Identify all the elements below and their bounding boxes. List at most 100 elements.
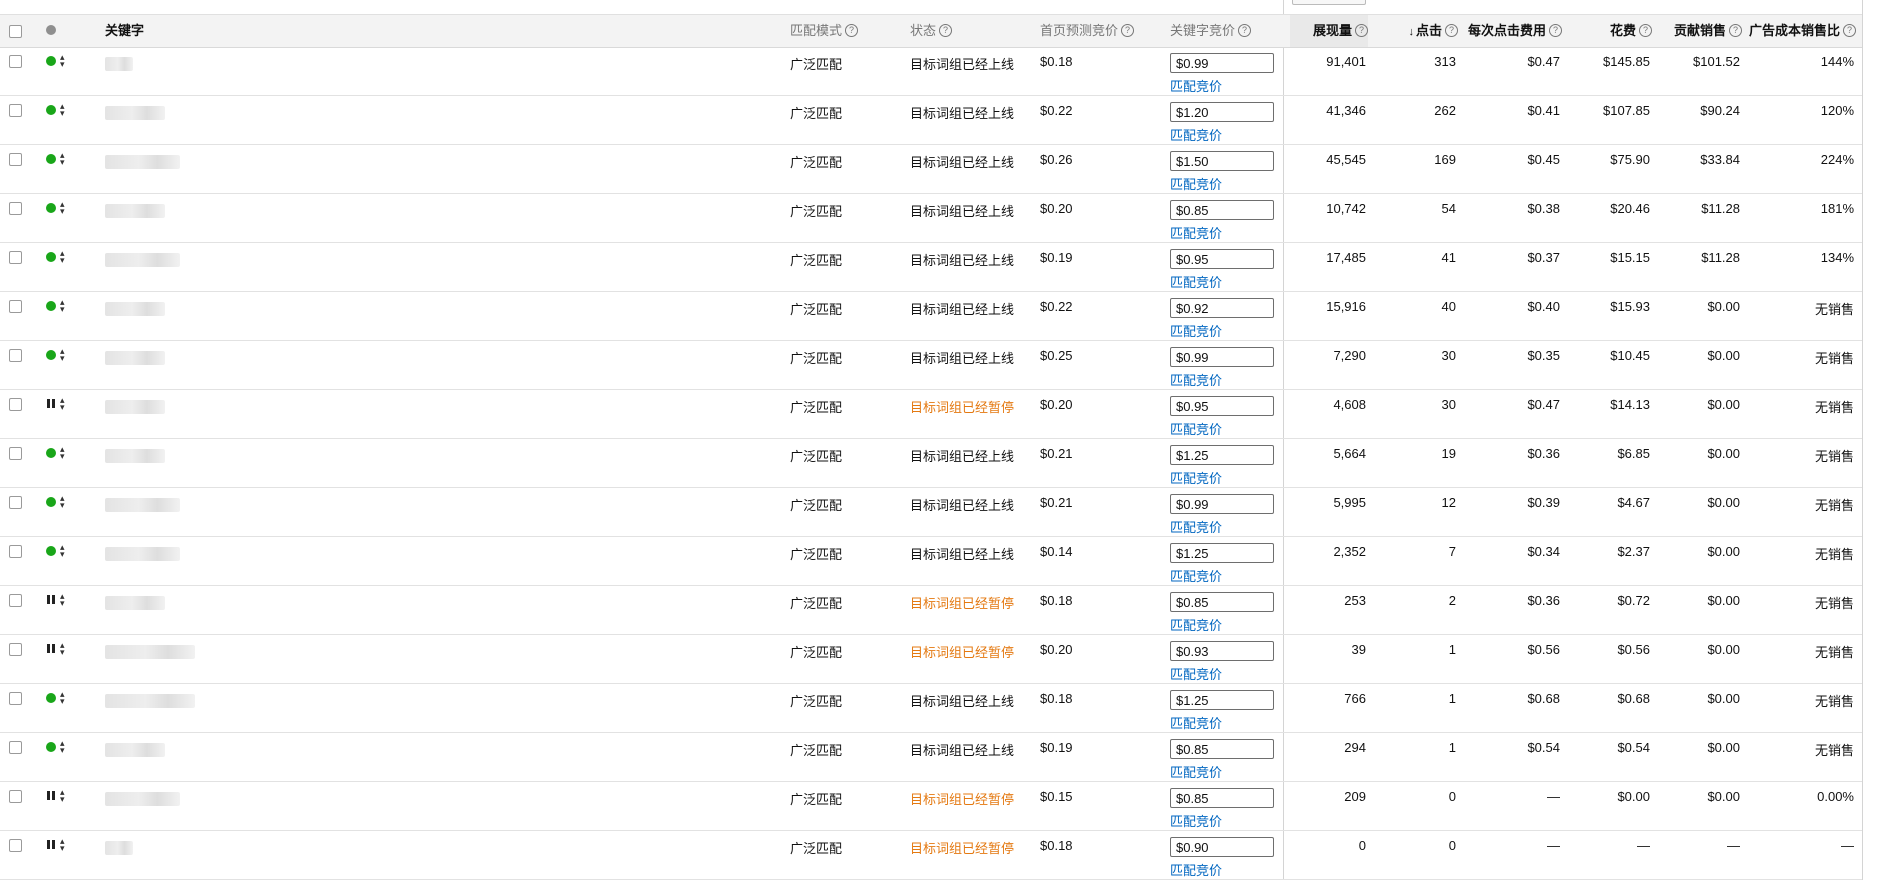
col-suggested-bid[interactable]: 首页预测竞价?: [1040, 15, 1135, 47]
status-toggle[interactable]: ▴ ▾: [46, 445, 70, 461]
col-impressions[interactable]: 展现量?: [1290, 15, 1368, 47]
row-checkbox[interactable]: [9, 104, 22, 117]
status-toggle[interactable]: ▴ ▾: [46, 543, 70, 559]
match-bid-link[interactable]: 匹配竞价: [1170, 664, 1222, 683]
cpc-value: $0.37: [1527, 250, 1560, 265]
col-sales[interactable]: 贡献销售?: [1656, 15, 1742, 47]
col-spend[interactable]: 花费?: [1566, 15, 1652, 47]
match-bid-link[interactable]: 匹配竞价: [1170, 860, 1222, 879]
keyword-bid-input[interactable]: $0.99: [1170, 53, 1274, 73]
col-acos[interactable]: 广告成本销售比?: [1746, 15, 1856, 47]
status-toggle[interactable]: ▴ ▾: [46, 641, 70, 657]
match-bid-link[interactable]: 匹配竞价: [1170, 125, 1222, 144]
table-row: ▴ ▾ 广泛匹配 目标词组已经上线 $0.14 $1.25 匹配竞价 2,352 7 $0.34 $…: [0, 537, 1862, 586]
keyword-bid-input[interactable]: $0.99: [1170, 347, 1274, 367]
status-toggle[interactable]: ▴ ▾: [46, 151, 70, 167]
table-row: ▴ ▾ 广泛匹配 目标词组已经上线 $0.18 $0.99 匹配竞价 91,401 313 $0.…: [0, 47, 1862, 96]
row-checkbox[interactable]: [9, 202, 22, 215]
help-icon[interactable]: ?: [845, 24, 859, 38]
keyword-bid-input[interactable]: $0.85: [1170, 200, 1274, 220]
col-cpc[interactable]: 每次点击费用?: [1462, 15, 1562, 47]
keyword-text-blurred: [105, 449, 165, 463]
match-bid-link[interactable]: 匹配竞价: [1170, 566, 1222, 585]
match-bid-link[interactable]: 匹配竞价: [1170, 321, 1222, 340]
keyword-bid-input[interactable]: $0.90: [1170, 837, 1274, 857]
status-toggle[interactable]: ▴ ▾: [46, 788, 70, 804]
status-column-dot-icon: [46, 25, 56, 35]
keyword-bid-input[interactable]: $1.50: [1170, 151, 1274, 171]
match-bid-link[interactable]: 匹配竞价: [1170, 517, 1222, 536]
status-toggle[interactable]: ▴ ▾: [46, 837, 70, 853]
row-checkbox[interactable]: [9, 300, 22, 313]
help-icon[interactable]: ?: [1549, 24, 1562, 38]
status-toggle[interactable]: ▴ ▾: [46, 494, 70, 510]
help-icon[interactable]: ?: [1445, 24, 1458, 38]
status-toggle[interactable]: ▴ ▾: [46, 592, 70, 608]
match-bid-link[interactable]: 匹配竞价: [1170, 76, 1222, 95]
keyword-bid-input[interactable]: $0.85: [1170, 788, 1274, 808]
keyword-bid-input[interactable]: $0.85: [1170, 739, 1274, 759]
help-icon[interactable]: ?: [1355, 24, 1368, 38]
keyword-bid-input[interactable]: $1.20: [1170, 102, 1274, 122]
keyword-bid-input[interactable]: $1.25: [1170, 690, 1274, 710]
status-toggle[interactable]: ▴ ▾: [46, 249, 70, 265]
status-toggle[interactable]: ▴ ▾: [46, 739, 70, 755]
help-icon[interactable]: ?: [1639, 24, 1652, 38]
select-all-checkbox[interactable]: [9, 25, 22, 38]
row-checkbox[interactable]: [9, 349, 22, 362]
help-icon[interactable]: ?: [1238, 24, 1252, 38]
match-bid-link[interactable]: 匹配竞价: [1170, 762, 1222, 781]
status-toggle[interactable]: ▴ ▾: [46, 200, 70, 216]
keyword-bid-input[interactable]: $0.99: [1170, 494, 1274, 514]
keyword-bid-input[interactable]: $0.95: [1170, 396, 1274, 416]
col-keyword[interactable]: 关键字: [105, 15, 144, 47]
col-match-type[interactable]: 匹配模式?: [790, 15, 859, 47]
row-checkbox[interactable]: [9, 790, 22, 803]
help-icon[interactable]: ?: [1843, 24, 1856, 38]
sales-value: $0.00: [1707, 446, 1740, 461]
status-toggle[interactable]: ▴ ▾: [46, 53, 70, 69]
status-toggle[interactable]: ▴ ▾: [46, 396, 70, 412]
match-bid-link[interactable]: 匹配竞价: [1170, 419, 1222, 438]
help-icon[interactable]: ?: [1121, 24, 1135, 38]
col-status[interactable]: 状态?: [910, 15, 953, 47]
row-checkbox[interactable]: [9, 545, 22, 558]
help-icon[interactable]: ?: [1729, 24, 1742, 38]
help-icon[interactable]: ?: [939, 24, 953, 38]
match-bid-link[interactable]: 匹配竞价: [1170, 615, 1222, 634]
row-checkbox[interactable]: [9, 55, 22, 68]
row-checkbox[interactable]: [9, 398, 22, 411]
row-checkbox[interactable]: [9, 594, 22, 607]
keyword-bid-input[interactable]: $0.85: [1170, 592, 1274, 612]
keyword-bid-input[interactable]: $0.92: [1170, 298, 1274, 318]
row-checkbox[interactable]: [9, 447, 22, 460]
row-checkbox[interactable]: [9, 643, 22, 656]
top-action-button[interactable]: [1292, 0, 1366, 5]
match-bid-link[interactable]: 匹配竞价: [1170, 811, 1222, 830]
acos-value: 224%: [1820, 152, 1854, 167]
status-toggle[interactable]: ▴ ▾: [46, 102, 70, 118]
col-clicks[interactable]: ↓ 点击?: [1372, 15, 1458, 47]
match-bid-link[interactable]: 匹配竞价: [1170, 468, 1222, 487]
row-checkbox[interactable]: [9, 251, 22, 264]
row-checkbox[interactable]: [9, 692, 22, 705]
status-toggle[interactable]: ▴ ▾: [46, 690, 70, 706]
row-checkbox[interactable]: [9, 741, 22, 754]
keyword-bid-input[interactable]: $1.25: [1170, 543, 1274, 563]
match-bid-link[interactable]: 匹配竞价: [1170, 174, 1222, 193]
status-toggle[interactable]: ▴ ▾: [46, 297, 70, 314]
keyword-bid-input[interactable]: $0.95: [1170, 249, 1274, 269]
row-checkbox[interactable]: [9, 153, 22, 166]
col-keyword-bid[interactable]: 关键字竞价?: [1170, 15, 1252, 47]
match-bid-link[interactable]: 匹配竞价: [1170, 272, 1222, 291]
keyword-bid-input[interactable]: $1.25: [1170, 445, 1274, 465]
keyword-bid-input[interactable]: $0.93: [1170, 641, 1274, 661]
match-bid-link[interactable]: 匹配竞价: [1170, 713, 1222, 732]
row-checkbox[interactable]: [9, 496, 22, 509]
row-checkbox[interactable]: [9, 839, 22, 852]
sort-toggle-icon: ▴ ▾: [60, 297, 65, 314]
match-bid-link[interactable]: 匹配竞价: [1170, 223, 1222, 242]
status-toggle[interactable]: ▴ ▾: [46, 347, 70, 363]
keyword-text-blurred: [105, 792, 180, 806]
match-bid-link[interactable]: 匹配竞价: [1170, 370, 1222, 389]
